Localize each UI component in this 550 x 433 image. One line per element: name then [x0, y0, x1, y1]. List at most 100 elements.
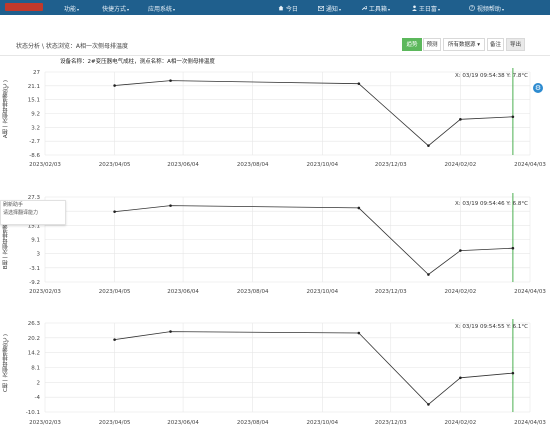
chevron-down-icon: ▾	[477, 42, 481, 48]
series-line	[114, 80, 513, 147]
y-tick-label: 27	[33, 70, 40, 76]
y-tick-label: -3.1	[29, 266, 40, 272]
chart-panel-a: -8.6 -2.7 3.2 9.2 15.1 21.1 27 2023/02/03 2023/0…	[0, 62, 550, 180]
y-tick-label: 26.3	[28, 321, 41, 327]
y-tick-label: -9.2	[29, 280, 40, 286]
y-tick-label: 2	[37, 380, 41, 386]
x-tick-label: 2024/04/03	[514, 289, 546, 295]
svg-text:?: ?	[471, 6, 473, 11]
question-icon: ?	[469, 5, 475, 11]
x-tick-label: 2024/02/02	[445, 420, 477, 426]
x-tick-label: 2023/10/04	[306, 289, 338, 295]
series-line	[114, 331, 513, 405]
data-point	[169, 330, 172, 333]
x-tick-label: 2023/04/05	[99, 289, 131, 295]
x-tick-label: 2024/04/03	[514, 162, 546, 168]
nav-today[interactable]: 今日	[278, 4, 298, 13]
nav-video-help[interactable]: ? 视频帮助▾	[469, 4, 504, 13]
chevron-down-icon: ▾	[127, 7, 130, 12]
chevron-down-icon: ▾	[501, 7, 504, 12]
helper-hint: 请选择翻译能力	[3, 210, 39, 216]
chevron-down-icon: ▾	[173, 7, 176, 12]
data-point	[511, 371, 515, 375]
user-icon	[412, 5, 417, 11]
x-tick-label: 2023/08/04	[237, 162, 269, 168]
x-tick-label: 2023/02/03	[29, 289, 61, 295]
data-point	[113, 338, 116, 341]
data-point	[511, 115, 515, 119]
y-axis-label-c: C相一次侧母排温度(℃)	[3, 334, 9, 393]
data-point	[357, 206, 361, 210]
mail-icon	[318, 6, 324, 11]
x-tick-label: 2023/04/05	[99, 420, 131, 426]
data-point	[427, 273, 430, 276]
y-tick-label: 20.2	[28, 336, 40, 342]
data-point	[169, 79, 172, 82]
data-point	[459, 249, 462, 252]
y-tick-label: 3.2	[31, 125, 40, 131]
x-tick-label: 2023/06/04	[167, 289, 199, 295]
helper-title: 刷新助手	[3, 202, 24, 208]
data-point	[511, 246, 515, 250]
trend-button[interactable]: 趋势	[402, 38, 422, 51]
data-point	[459, 118, 462, 121]
x-tick-label: 2024/04/03	[514, 420, 546, 426]
x-tick-label: 2023/12/03	[375, 162, 407, 168]
y-tick-label: 14.2	[28, 351, 40, 357]
nav-user[interactable]: 王日富▾	[412, 4, 440, 13]
x-tick-label: 2023/10/04	[306, 420, 338, 426]
export-button[interactable]: 导出	[506, 38, 525, 51]
note-button[interactable]: 备注	[487, 38, 504, 51]
menu-functions[interactable]: 功能▾	[64, 4, 79, 13]
cursor-readout-b: X: 03/19 09:54:46 Y: 6.8°C	[455, 201, 528, 207]
data-point	[357, 82, 361, 85]
forecast-button[interactable]: 预测	[423, 38, 441, 51]
y-axis-label-a: A相一次侧母排温度(℃)	[3, 80, 9, 139]
y-tick-label: 3	[37, 252, 41, 258]
menu-shortcuts[interactable]: 快捷方式▾	[102, 4, 129, 13]
data-point	[113, 210, 116, 213]
cursor-readout-c: X: 03/19 09:54:55 Y: 6.1°C	[455, 324, 528, 330]
x-tick-label: 2023/08/04	[237, 289, 269, 295]
chevron-down-icon: ▾	[387, 7, 390, 12]
data-point	[427, 403, 430, 406]
y-tick-label: -4	[35, 395, 41, 401]
home-icon	[278, 5, 284, 11]
y-tick-label: 21.1	[28, 84, 40, 90]
breadcrumb-bar: 状态分析 \ 状态浏览：A相一次侧母排温度 趋势 预测 所有数据源 ▾ 备注 导…	[0, 35, 550, 56]
chevron-down-icon: ▾	[437, 7, 440, 12]
x-tick-label: 2023/02/03	[29, 420, 61, 426]
y-tick-label: 15.1	[28, 98, 40, 104]
chart-panel-b: -9.2-3.139.115.121.227.32023/02/032023/0…	[0, 189, 550, 309]
breadcrumb: 状态分析 \ 状态浏览：A相一次侧母排温度	[16, 43, 128, 50]
data-point	[459, 376, 462, 380]
nav-notifications[interactable]: 通知▾	[318, 4, 341, 13]
data-source-dropdown[interactable]: 所有数据源 ▾	[443, 38, 485, 51]
data-point	[169, 204, 172, 207]
chart-c[interactable]: -10.1 -4 2 8.1 14.2 20.2 26.3 2023/02/03 2023/04…	[0, 316, 550, 433]
x-tick-label: 2023/06/04	[167, 162, 199, 168]
x-tick-label: 2024/02/02	[445, 289, 477, 295]
cursor-readout-a: X: 03/19 09:54:38 Y: 7.8°C	[455, 73, 528, 79]
data-point	[113, 84, 116, 87]
translate-helper-popup[interactable]: 刷新助手 请选择翻译能力	[0, 200, 66, 225]
chart-panel-c: -10.1 -4 2 8.1 14.2 20.2 26.3 2023/02/03 2023/04…	[0, 316, 550, 433]
nav-toolbox[interactable]: 工具箱▾	[361, 4, 390, 13]
x-tick-label: 2023/02/03	[29, 162, 61, 168]
x-tick-label: 2023/08/04	[237, 420, 269, 426]
chart-a[interactable]: -8.6 -2.7 3.2 9.2 15.1 21.1 27 2023/02/03 2023/0…	[0, 62, 550, 180]
chevron-down-icon: ▾	[338, 7, 341, 12]
x-tick-label: 2023/12/03	[375, 289, 407, 295]
y-tick-label: 9.2	[31, 112, 40, 118]
chart-b[interactable]: -9.2-3.139.115.121.227.32023/02/032023/0…	[0, 189, 550, 309]
x-tick-label: 2023/04/05	[99, 162, 131, 168]
app-logo[interactable]	[5, 3, 43, 11]
y-tick-label: 9.1	[31, 238, 40, 244]
menu-app-systems[interactable]: 应用系统▾	[148, 4, 175, 13]
chevron-down-icon: ▾	[77, 7, 80, 12]
x-tick-label: 2023/10/04	[306, 162, 338, 168]
y-tick-label: 8.1	[31, 366, 40, 372]
data-point	[427, 144, 430, 147]
x-tick-label: 2023/06/04	[167, 420, 199, 426]
wrench-icon	[361, 6, 368, 11]
